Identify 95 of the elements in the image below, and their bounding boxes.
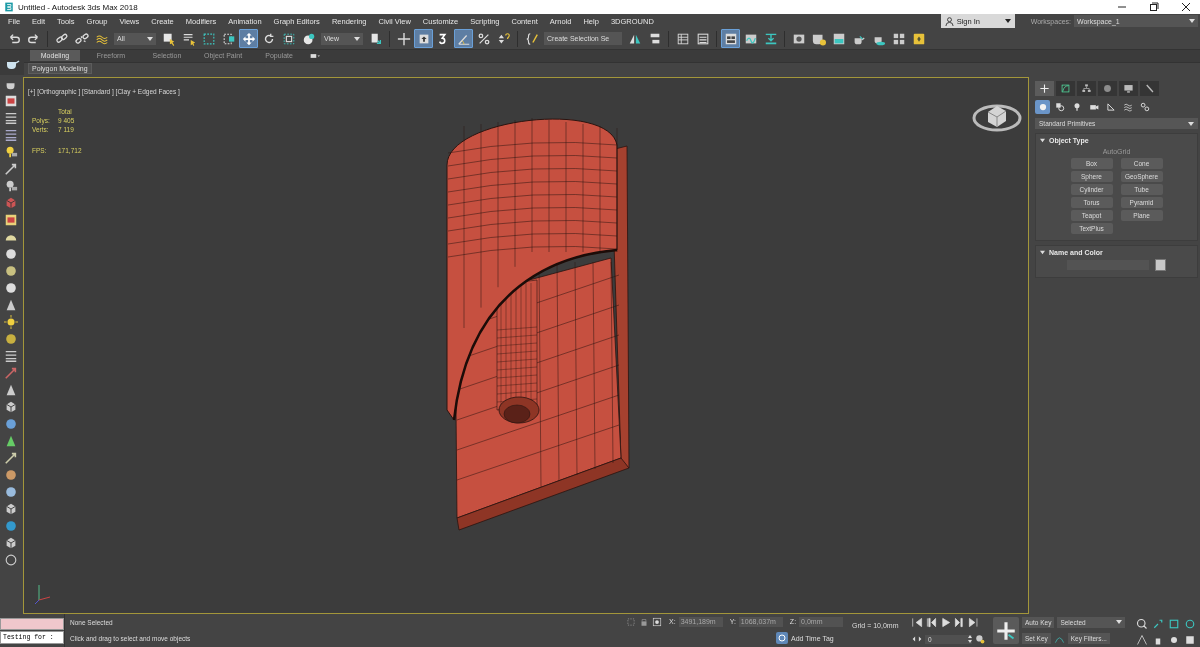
window-icon[interactable] [4,94,18,108]
key-mode-icon[interactable] [912,634,922,644]
maxscript-field[interactable] [0,618,64,630]
ruler-icon [1105,102,1116,112]
redo-icon [26,31,41,46]
sphere-icon[interactable] [4,247,18,261]
plus-tab[interactable] [1035,81,1054,96]
move-icon [241,31,256,46]
collapse-arrow-icon [1040,250,1045,255]
transform-mode-icon[interactable] [652,616,662,627]
play-icon[interactable] [940,617,951,628]
time-tag-icon[interactable] [776,632,788,645]
select-object-icon [161,31,176,46]
viewport-layout-icon [891,31,906,46]
restore-icon [1149,2,1159,12]
zoom-icon[interactable] [1136,618,1148,630]
monitor-tab[interactable] [1119,81,1138,96]
bulb-icon[interactable] [4,145,18,159]
help-icon[interactable] [4,553,18,567]
box-icon[interactable] [4,502,18,516]
hierarchy-icon [1081,83,1092,94]
percent-snap-icon [476,31,491,46]
window-title: Untitled - Autodesk 3ds Max 2018 [18,2,138,12]
wrench-icon [1144,83,1155,94]
wrench-tab[interactable] [1140,81,1159,96]
table-icon [675,31,690,46]
arrow-icon[interactable] [4,162,18,176]
ribbon-icon [723,31,738,46]
plus-icon [1039,83,1050,94]
go-to-start-icon[interactable] [912,617,923,628]
sphere-icon[interactable] [4,332,18,346]
go-to-end-icon[interactable] [968,617,979,628]
curve-tab[interactable] [1056,81,1075,96]
box-icon[interactable] [4,536,18,550]
unlink-icon [74,31,89,46]
scale-icon [281,31,296,46]
zoom-extents-all-icon[interactable] [1184,618,1196,630]
collapse-arrow-icon [1040,138,1045,143]
layers-icon [695,31,710,46]
brace-icon [524,31,539,46]
maximize-viewport-icon[interactable] [1184,633,1196,646]
wave-icon [1122,102,1133,112]
key-plus-icon [996,620,1016,641]
time-config-icon[interactable] [975,634,985,644]
caret-icon [1188,121,1194,126]
table-icon[interactable] [4,128,18,142]
caret-icon [354,36,360,41]
caret-icon [1004,19,1011,23]
tab-square-icon [911,31,926,46]
shapes-icon [1054,102,1065,112]
sun-icon[interactable] [4,315,18,329]
ribbon-button[interactable] [721,29,740,48]
caret-icon [1189,19,1195,23]
hierarchy-tab[interactable] [1077,81,1096,96]
sphere-icon[interactable] [4,468,18,482]
crosshair-icon [396,31,411,46]
keyboard-shortcut-button[interactable] [414,29,433,48]
sphere-icon [301,31,316,46]
set-key-button[interactable] [993,617,1019,644]
caret-icon [147,36,153,41]
light-icon[interactable] [4,179,18,193]
curve-icon [1060,83,1071,94]
user-icon [944,16,954,26]
cone-icon[interactable] [4,298,18,312]
axis-tripod-icon [34,583,52,605]
monitor-icon [1123,83,1134,94]
sphere-icon [1037,102,1048,112]
schematic-icon [763,31,778,46]
previous-frame-icon[interactable] [926,617,937,628]
sphere-icon[interactable] [4,519,18,533]
circle-icon [1102,83,1113,94]
next-frame-icon[interactable] [954,617,965,628]
color-swatch[interactable] [1155,259,1166,271]
caret-icon [1116,620,1123,625]
move-button[interactable] [239,29,258,48]
camera-icon [1088,102,1099,112]
spinner-snap-icon [496,31,511,46]
rings-icon [1139,102,1150,112]
panel-icon[interactable] [4,213,18,227]
spinner-icon[interactable] [968,634,972,643]
sphere-icon[interactable] [4,485,18,499]
sphere-icon[interactable] [4,264,18,278]
list-icon[interactable] [4,111,18,125]
zoom-all-icon[interactable] [1152,618,1164,630]
lock-icon[interactable] [639,616,649,627]
rendered-frame-icon [831,31,846,46]
circle-tab[interactable] [1098,81,1117,96]
link-icon [54,31,69,46]
cone-icon[interactable] [4,383,18,397]
selection-region-icon [201,31,216,46]
zoom-extents-icon[interactable] [1168,618,1180,630]
close-icon [1181,2,1191,12]
window-crossing-icon [221,31,236,46]
sphere-category-button[interactable] [1035,100,1050,114]
select-by-name-icon [181,31,196,46]
